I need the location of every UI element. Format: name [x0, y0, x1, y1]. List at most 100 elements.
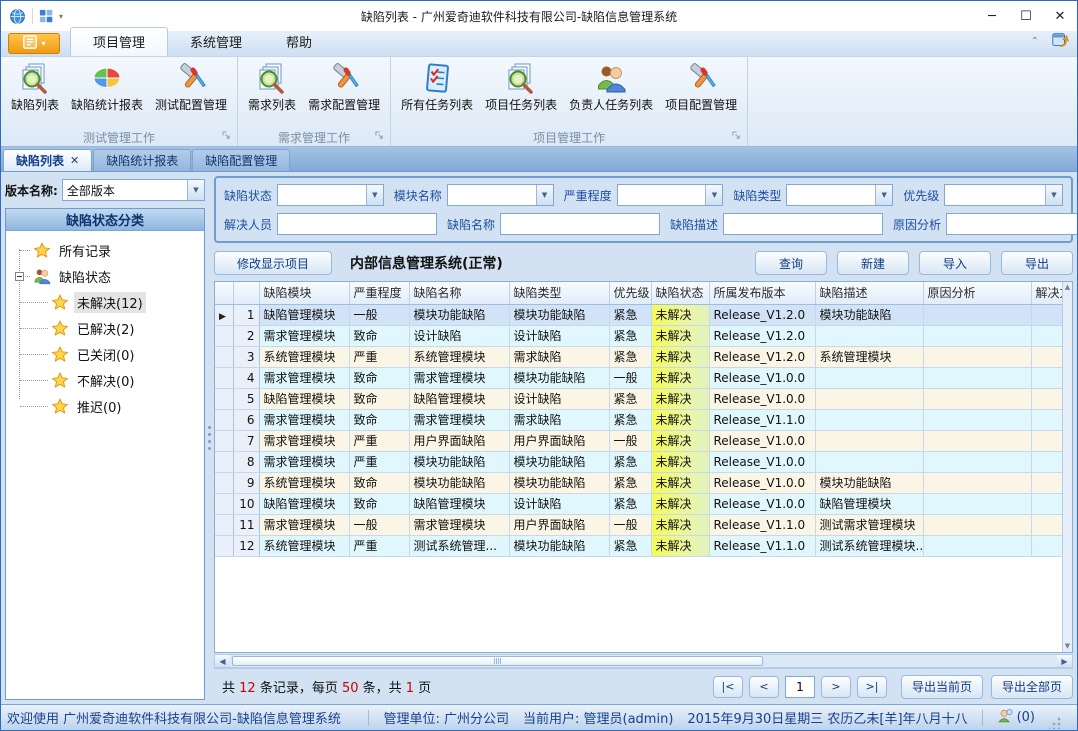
message-indicator[interactable]: (0): [997, 708, 1035, 728]
cell-desc[interactable]: [815, 451, 923, 472]
cell-desc[interactable]: [815, 388, 923, 409]
cell-status[interactable]: 未解决: [651, 493, 709, 514]
cell-module[interactable]: 缺陷管理模块: [259, 493, 349, 514]
chevron-down-icon[interactable]: ▼: [1045, 185, 1062, 205]
version-combobox[interactable]: 全部版本 ▼: [62, 179, 205, 201]
column-header-module[interactable]: 缺陷模块: [259, 282, 349, 304]
cell-name[interactable]: 模块功能缺陷: [409, 451, 509, 472]
cell-solution[interactable]: [1031, 451, 1062, 472]
cell-type[interactable]: 设计缺陷: [509, 388, 609, 409]
row-indicator-cell[interactable]: [215, 493, 233, 514]
cell-type[interactable]: 用户界面缺陷: [509, 430, 609, 451]
panel-splitter[interactable]: [205, 172, 213, 704]
cell-version[interactable]: Release_V1.0.0: [709, 472, 815, 493]
ribbon-button[interactable]: 负责人任务列表: [563, 60, 659, 115]
row-indicator-cell[interactable]: ▶: [215, 304, 233, 325]
filter-combobox[interactable]: ▼: [617, 184, 724, 206]
cell-solution[interactable]: [1031, 325, 1062, 346]
export-current-page-button[interactable]: 导出当前页: [901, 675, 983, 699]
cell-severity[interactable]: 一般: [349, 514, 409, 535]
table-row[interactable]: 2需求管理模块致命设计缺陷设计缺陷紧急未解决Release_V1.2.0: [215, 325, 1062, 346]
cell-status[interactable]: 未解决: [651, 409, 709, 430]
dialog-launcher-icon[interactable]: [375, 129, 384, 143]
cell-name[interactable]: 需求管理模块: [409, 367, 509, 388]
row-indicator-cell[interactable]: [215, 325, 233, 346]
ribbon-button[interactable]: 项目配置管理: [659, 60, 743, 115]
cell-priority[interactable]: 一般: [609, 367, 651, 388]
cell-desc[interactable]: [815, 430, 923, 451]
cell-status[interactable]: 未解决: [651, 304, 709, 325]
chevron-down-icon[interactable]: ▼: [875, 185, 892, 205]
cell-priority[interactable]: 紧急: [609, 388, 651, 409]
filter-input[interactable]: [277, 213, 437, 235]
cell-cause[interactable]: [923, 535, 1031, 556]
tree-item[interactable]: 未解决(12): [6, 289, 204, 315]
cell-priority[interactable]: 紧急: [609, 346, 651, 367]
cell-solution[interactable]: [1031, 367, 1062, 388]
table-row[interactable]: 8需求管理模块严重模块功能缺陷模块功能缺陷紧急未解决Release_V1.0.0: [215, 451, 1062, 472]
first-page-button[interactable]: |<: [713, 676, 743, 698]
horizontal-scrollbar[interactable]: ◀ ▶: [214, 654, 1073, 668]
cell-severity[interactable]: 严重: [349, 535, 409, 556]
new-button[interactable]: 新建: [837, 251, 909, 275]
vertical-scrollbar[interactable]: ▲ ▼: [1062, 282, 1072, 652]
column-header-type[interactable]: 缺陷类型: [509, 282, 609, 304]
cell-name[interactable]: 模块功能缺陷: [409, 304, 509, 325]
ribbon-button[interactable]: 需求配置管理: [302, 60, 386, 115]
cell-solution[interactable]: [1031, 388, 1062, 409]
cell-type[interactable]: 模块功能缺陷: [509, 451, 609, 472]
cell-solution[interactable]: [1031, 535, 1062, 556]
cell-severity[interactable]: 致命: [349, 367, 409, 388]
filter-input[interactable]: [723, 213, 883, 235]
last-page-button[interactable]: >|: [857, 676, 887, 698]
modify-display-items-button[interactable]: 修改显示项目: [214, 251, 332, 275]
page-number-input[interactable]: [785, 676, 815, 698]
cell-version[interactable]: Release_V1.1.0: [709, 535, 815, 556]
cell-version[interactable]: Release_V1.1.0: [709, 409, 815, 430]
table-row[interactable]: 11需求管理模块一般需求管理模块用户界面缺陷一般未解决Release_V1.1.…: [215, 514, 1062, 535]
cell-status[interactable]: 未解决: [651, 472, 709, 493]
cell-desc[interactable]: 测试需求管理模块: [815, 514, 923, 535]
cell-version[interactable]: Release_V1.0.0: [709, 388, 815, 409]
row-indicator-cell[interactable]: [215, 388, 233, 409]
filter-input[interactable]: [946, 213, 1077, 235]
cell-name[interactable]: 用户界面缺陷: [409, 430, 509, 451]
cell-priority[interactable]: 紧急: [609, 451, 651, 472]
cell-solution[interactable]: [1031, 430, 1062, 451]
cell-cause[interactable]: [923, 409, 1031, 430]
table-row[interactable]: 3系统管理模块严重系统管理模块需求缺陷紧急未解决Release_V1.2.0系统…: [215, 346, 1062, 367]
cell-type[interactable]: 设计缺陷: [509, 325, 609, 346]
hscroll-thumb[interactable]: [232, 656, 763, 666]
scroll-down-icon[interactable]: ▼: [1065, 643, 1070, 650]
help-window-icon[interactable]: [1051, 31, 1069, 53]
tree-item[interactable]: 推迟(0): [6, 393, 204, 419]
cell-severity[interactable]: 一般: [349, 304, 409, 325]
menu-tab-1[interactable]: 项目管理: [70, 27, 168, 56]
cell-solution[interactable]: [1031, 493, 1062, 514]
cell-version[interactable]: Release_V1.2.0: [709, 346, 815, 367]
cell-cause[interactable]: [923, 304, 1031, 325]
query-button[interactable]: 查询: [755, 251, 827, 275]
cell-name[interactable]: 测试系统管理...: [409, 535, 509, 556]
filter-combobox[interactable]: ▼: [447, 184, 554, 206]
cell-desc[interactable]: [815, 367, 923, 388]
cell-priority[interactable]: 紧急: [609, 304, 651, 325]
cell-version[interactable]: Release_V1.1.0: [709, 514, 815, 535]
cell-cause[interactable]: [923, 367, 1031, 388]
cell-module[interactable]: 系统管理模块: [259, 535, 349, 556]
tree-item[interactable]: 已关闭(0): [6, 341, 204, 367]
cell-status[interactable]: 未解决: [651, 325, 709, 346]
cell-severity[interactable]: 严重: [349, 346, 409, 367]
cell-version[interactable]: Release_V1.2.0: [709, 325, 815, 346]
export-button[interactable]: 导出: [1001, 251, 1073, 275]
cell-module[interactable]: 缺陷管理模块: [259, 388, 349, 409]
collapse-ribbon-icon[interactable]: ⌃: [1027, 35, 1043, 49]
cell-type[interactable]: 用户界面缺陷: [509, 514, 609, 535]
resize-grip[interactable]: [1049, 717, 1061, 729]
cell-version[interactable]: Release_V1.0.0: [709, 367, 815, 388]
cell-name[interactable]: 缺陷管理模块: [409, 388, 509, 409]
cell-module[interactable]: 需求管理模块: [259, 514, 349, 535]
ribbon-button[interactable]: 缺陷列表: [5, 60, 65, 115]
menu-tab-3[interactable]: 帮助: [264, 28, 334, 56]
cell-module[interactable]: 系统管理模块: [259, 346, 349, 367]
